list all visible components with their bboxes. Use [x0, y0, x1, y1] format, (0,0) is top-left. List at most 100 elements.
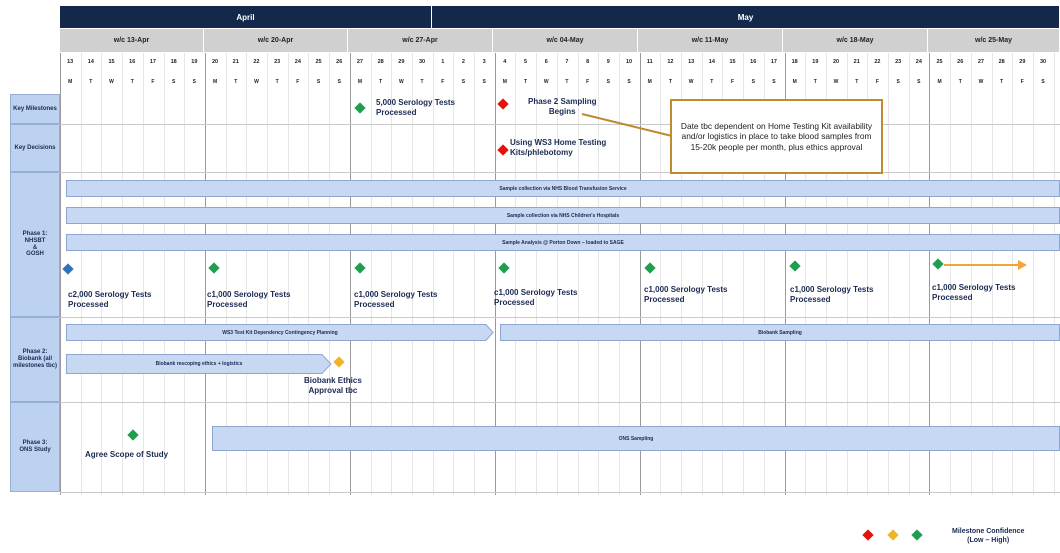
day-letter: T [130, 79, 134, 85]
day-number: 5 [524, 59, 528, 65]
day-letter: M [792, 79, 797, 85]
day-letter: F [875, 79, 879, 85]
day-letter: S [772, 79, 776, 85]
day-letter: W [833, 79, 839, 85]
day-letter: W [398, 79, 404, 85]
day-number: 2 [461, 59, 465, 65]
amber-legend-icon [887, 529, 899, 541]
day-letter: F [296, 79, 300, 85]
grid-line [204, 53, 206, 495]
day-number: 27 [977, 59, 984, 65]
legend-confidence: Milestone Confidence (Low – High) [952, 528, 1025, 544]
day-number: 18 [791, 59, 798, 65]
gantt-chart: April May w/c 13-Apr w/c 20-Apr w/c 27-A… [0, 0, 1060, 553]
day-number: 27 [356, 59, 363, 65]
day-number: 20 [211, 59, 219, 65]
week-header: w/c 27-Apr [348, 29, 493, 52]
day-letter: S [1057, 79, 1060, 85]
day-number: 26 [336, 59, 343, 65]
day-number: 26 [957, 59, 964, 65]
day-letter: F [151, 79, 155, 85]
row-separator [60, 317, 1060, 318]
grid-line [122, 53, 124, 495]
day-letter: T [710, 79, 714, 85]
day-letter: T [420, 79, 424, 85]
day-letter: M [937, 79, 942, 85]
week-header: w/c 11-May [638, 29, 783, 52]
row-separator [60, 172, 1060, 173]
day-number: 17 [770, 59, 777, 65]
day-number: 1 [441, 59, 445, 65]
week-header: w/c 20-Apr [204, 29, 348, 52]
month-header-may: May [432, 6, 1060, 28]
week-header: w/c 25-May [928, 29, 1060, 52]
day-letter: F [586, 79, 590, 85]
week-header: w/c 04-May [493, 29, 638, 52]
day-letter: S [461, 79, 466, 85]
grid-line [163, 53, 165, 495]
day-letter: S [627, 79, 631, 85]
phase1-milestone: c1,000 Serology Tests Processed [354, 290, 438, 309]
phase1-milestone: c1,000 Serology Tests Processed [207, 290, 291, 309]
day-number: 4 [503, 59, 507, 65]
day-number: 28 [998, 59, 1005, 65]
day-number: 22 [253, 59, 260, 65]
bar-porton-down-analysis: Sample Analysis @ Porton Down – loaded t… [66, 234, 1060, 251]
day-number: 19 [191, 59, 198, 65]
green-milestone-icon [789, 260, 801, 272]
day-letter: W [109, 79, 114, 85]
phase1-milestone: c2,000 Serology Tests Processed [68, 290, 152, 309]
day-number: 25 [315, 59, 322, 65]
day-number: 14 [87, 59, 94, 65]
row-separator [60, 124, 1060, 125]
phase1-milestone: c1,000 Serology Tests Processed [790, 285, 874, 304]
day-number: 10 [625, 59, 633, 65]
bar-ws3-contingency-planning: WS3 Test Kit Dependency Contingency Plan… [66, 324, 494, 341]
day-letter: T [89, 79, 93, 85]
day-letter: S [1041, 79, 1045, 85]
day-number: 30 [418, 59, 426, 65]
row-label-phase-3: Phase 3: ONS Study [10, 402, 60, 492]
day-number: 23 [895, 59, 902, 65]
green-milestone-icon [127, 429, 139, 441]
day-number: 21 [232, 59, 239, 65]
day-letter: F [441, 79, 445, 85]
day-number: 6 [544, 59, 548, 65]
day-letter: M [357, 79, 363, 85]
row-label-phase-2: Phase 2: Biobank (all milestones tbc) [10, 317, 60, 402]
red-legend-icon [862, 529, 874, 541]
day-letter: W [688, 79, 694, 85]
day-number: 3 [1057, 59, 1060, 65]
day-number: 29 [1019, 59, 1026, 65]
bar-label: Biobank rescoping ethics + logistics [155, 361, 243, 367]
day-letter: T [275, 79, 279, 85]
continuation-arrow [944, 260, 1027, 270]
green-milestone-icon [354, 262, 366, 274]
day-number: 3 [482, 59, 486, 65]
row-label-phase-1: Phase 1: NHSBT & GOSH [10, 172, 60, 317]
day-letter: S [192, 79, 196, 85]
day-number: 22 [874, 59, 881, 65]
day-letter: M [212, 79, 218, 85]
amber-milestone-icon [333, 356, 345, 368]
day-letter: S [896, 79, 900, 85]
week-header: w/c 13-Apr [60, 29, 204, 52]
day-number: 9 [606, 59, 610, 65]
day-letter: F [1020, 79, 1024, 85]
day-letter: T [524, 79, 528, 85]
day-number: 15 [729, 59, 736, 65]
day-letter: S [606, 79, 610, 85]
bar-ons-sampling: ONS Sampling [212, 426, 1060, 451]
grid-line [60, 53, 61, 495]
day-letter: S [751, 79, 755, 85]
milestone-agree-scope: Agree Scope of Study [85, 450, 169, 459]
bar-label: WS3 Test Kit Dependency Contingency Plan… [222, 329, 338, 336]
day-letter: T [813, 79, 817, 85]
day-letter: M [68, 79, 73, 85]
blue-milestone-icon [62, 263, 74, 275]
day-number: 24 [294, 59, 301, 65]
day-number: 21 [853, 59, 860, 65]
phase1-milestone: c1,000 Serology Tests Processed [644, 285, 728, 304]
day-letter: T [234, 79, 238, 85]
day-number: 29 [398, 59, 405, 65]
